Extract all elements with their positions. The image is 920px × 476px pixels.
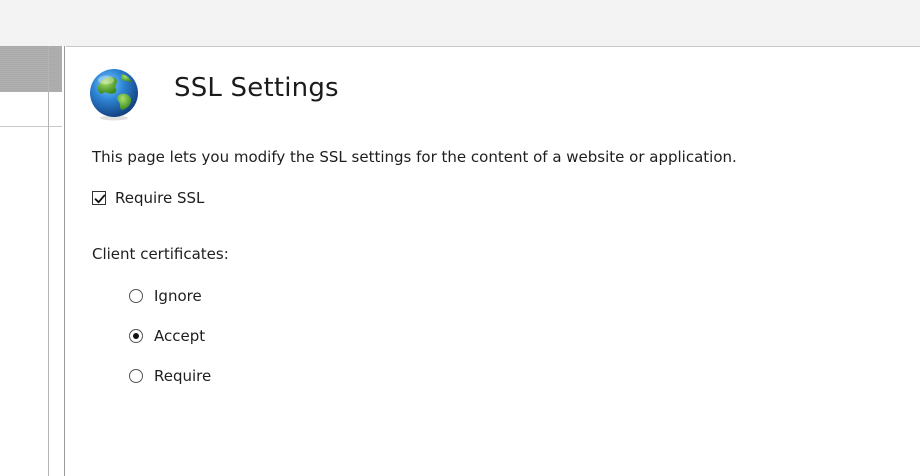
require-ssl-label: Require SSL	[115, 189, 205, 207]
require-label: Require	[154, 367, 212, 385]
accept-label: Accept	[154, 327, 206, 345]
pane-divider[interactable]	[48, 46, 63, 476]
radio-option-accept[interactable]: Accept	[129, 326, 205, 346]
client-certificates-label: Client certificates:	[92, 245, 229, 263]
top-strip	[0, 0, 920, 46]
require-radio[interactable]	[129, 369, 143, 383]
page-description: This page lets you modify the SSL settin…	[92, 148, 737, 166]
accept-radio[interactable]	[129, 329, 143, 343]
radio-option-ignore[interactable]: Ignore	[129, 286, 202, 306]
require-ssl-option[interactable]: Require SSL	[92, 188, 204, 208]
ignore-radio[interactable]	[129, 289, 143, 303]
radio-option-require[interactable]: Require	[129, 366, 211, 386]
left-pane	[0, 46, 65, 476]
checkmark-icon	[94, 194, 106, 204]
ssl-settings-panel: SSL Settings This page lets you modify t…	[66, 46, 920, 476]
require-ssl-checkbox[interactable]	[92, 191, 106, 205]
globe-icon	[86, 65, 142, 121]
ignore-label: Ignore	[154, 287, 202, 305]
page-title: SSL Settings	[174, 73, 339, 103]
